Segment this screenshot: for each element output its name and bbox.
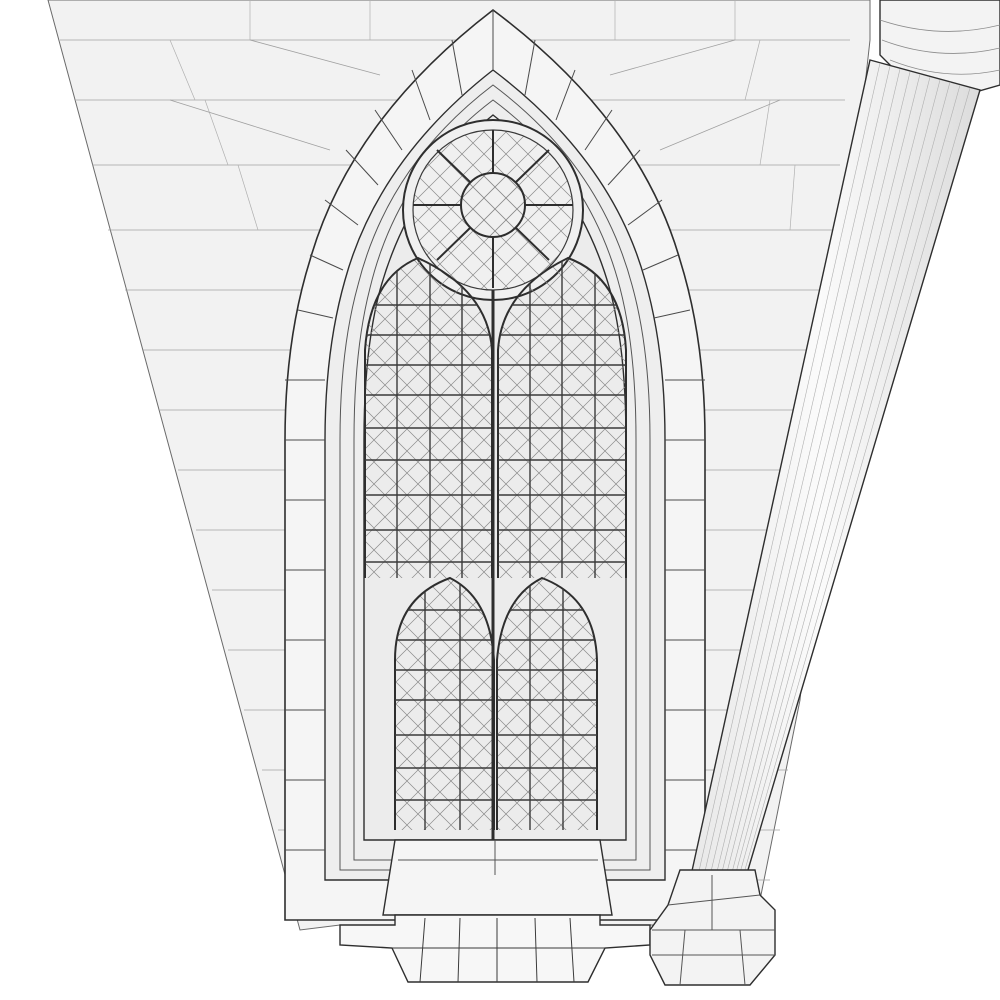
window-sill: [382, 839, 613, 916]
upper-lancet-right: [497, 256, 627, 578]
window-wireframe-scene: [0, 0, 1000, 1000]
lower-lancet-left: [394, 576, 495, 830]
